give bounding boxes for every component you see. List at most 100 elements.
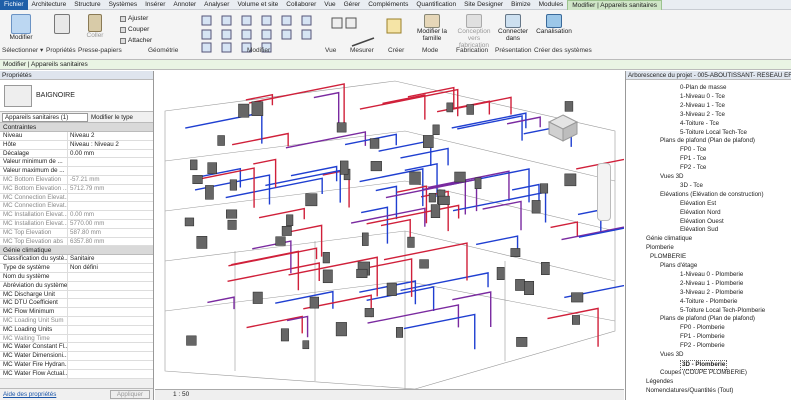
sanitary-fixture[interactable] <box>438 195 450 205</box>
tree-item[interactable]: Elévation Nord <box>680 209 721 217</box>
type-selector[interactable]: BAIGNOIRE <box>0 80 153 112</box>
tree-item[interactable]: Elévations (Elévation de construction) <box>660 191 764 199</box>
pipe-segment[interactable] <box>550 221 579 237</box>
tree-item[interactable]: Plans de plafond (Plan de plafond) <box>660 137 755 145</box>
pipe-segment[interactable] <box>231 250 300 291</box>
tab-0[interactable]: Fichier <box>0 0 28 10</box>
tab-3[interactable]: Systèmes <box>105 0 142 10</box>
sanitary-fixture[interactable] <box>252 291 263 304</box>
pipe-segment[interactable] <box>367 304 460 328</box>
property-value[interactable] <box>68 361 153 369</box>
pipe-segment[interactable] <box>547 307 599 347</box>
sanitary-fixture[interactable] <box>192 175 203 184</box>
property-value[interactable] <box>68 273 153 281</box>
sanitary-fixture[interactable] <box>305 193 318 207</box>
property-value[interactable] <box>68 352 153 360</box>
pipe-segment[interactable] <box>457 115 523 141</box>
property-row[interactable]: Valeur minimum de ... <box>0 158 153 168</box>
tree-item[interactable]: 3-Niveau 2 - Tce <box>680 111 725 119</box>
pipe-segment[interactable] <box>450 96 512 115</box>
tab-15[interactable]: Modules <box>535 0 568 10</box>
property-row[interactable]: Classification du systè... Sanitaire <box>0 255 153 265</box>
property-row[interactable]: Valeur maximum de ... <box>0 167 153 176</box>
tree-item[interactable]: 2-Niveau 1 - Tce <box>680 102 725 110</box>
property-row[interactable]: MC Water Flow Actual... <box>0 369 153 379</box>
tree-item[interactable]: 5-Toiture Local Tech-Tce <box>680 129 747 137</box>
sanitary-fixture[interactable] <box>496 267 505 280</box>
sanitary-fixture[interactable] <box>238 103 250 118</box>
tab-10[interactable]: Gérer <box>340 0 365 10</box>
pipe-segment[interactable] <box>258 207 305 220</box>
tab-14[interactable]: Bimize <box>507 0 535 10</box>
adjust-button[interactable]: Ajuster <box>120 15 148 22</box>
property-row[interactable]: Hôte Niveau : Niveau 2 <box>0 140 153 150</box>
sanitary-fixture[interactable] <box>186 335 197 346</box>
property-row[interactable]: MC Flow Minimum <box>0 308 153 317</box>
conception-button[interactable]: Conception vers fabrication <box>452 14 496 49</box>
viewcube[interactable] <box>547 113 579 143</box>
tree-item[interactable]: PLOMBERIE <box>650 253 686 261</box>
sanitary-fixture[interactable] <box>229 179 237 191</box>
tree-item[interactable]: Génie climatique <box>646 235 692 243</box>
sanitary-fixture[interactable] <box>302 340 310 350</box>
modify-button[interactable]: Modifier <box>6 14 36 41</box>
sanitary-fixture[interactable] <box>564 173 577 187</box>
sanitary-fixture[interactable] <box>226 209 238 219</box>
sanitary-fixture[interactable] <box>190 159 198 171</box>
tree-item[interactable]: 4-Toiture - Plomberie <box>680 298 737 306</box>
sanitary-fixture[interactable] <box>540 183 549 194</box>
pipe-segment[interactable] <box>265 169 341 203</box>
tab-1[interactable]: Architecture <box>28 0 71 10</box>
property-row[interactable]: MC Water Fire Hydran... <box>0 360 153 370</box>
sanitary-fixture[interactable] <box>286 214 294 227</box>
instance-filter[interactable]: Appareils sanitaires (1) <box>2 112 88 122</box>
sanitary-fixture[interactable] <box>370 161 382 172</box>
tree-item[interactable]: 3D - Tce <box>680 182 703 190</box>
sanitary-fixture[interactable] <box>207 162 217 175</box>
sanitary-fixture[interactable] <box>309 296 319 309</box>
sanitary-fixture[interactable] <box>407 236 415 248</box>
tree-item[interactable]: 4-Toiture - Tce <box>680 120 719 128</box>
tree-item[interactable]: 1-Niveau 0 - Tce <box>680 93 725 101</box>
sanitary-fixture[interactable] <box>395 327 404 338</box>
property-row[interactable]: MC Loading Unit Sum <box>0 316 153 326</box>
paste-button[interactable]: Coller <box>84 14 106 39</box>
property-value[interactable] <box>68 194 153 202</box>
tree-item[interactable]: 1-Niveau 0 - Plomberie <box>680 271 743 279</box>
sanitary-fixture[interactable] <box>531 200 541 214</box>
sanitary-fixture[interactable] <box>432 124 440 135</box>
create-tools[interactable] <box>384 16 408 46</box>
tree-item[interactable]: FP2 - Tce <box>680 164 706 172</box>
tab-4[interactable]: Insérer <box>141 0 169 10</box>
sanitary-fixture[interactable] <box>227 219 237 230</box>
property-row[interactable]: MC Bottom Elevation -57.21 mm <box>0 175 153 185</box>
pipe-segment[interactable] <box>286 315 309 338</box>
property-value[interactable]: -57.21 mm <box>68 176 153 184</box>
pipe-segment[interactable] <box>248 83 345 124</box>
property-value[interactable] <box>68 308 153 316</box>
pipe-segment[interactable] <box>275 290 334 309</box>
property-value[interactable]: 6357.80 mm <box>68 238 153 246</box>
tree-item[interactable]: Plomberie <box>646 244 674 252</box>
property-value[interactable] <box>68 202 153 210</box>
help-link[interactable]: Aide des propriétés <box>3 391 56 398</box>
property-value[interactable] <box>68 282 153 290</box>
sanitary-fixture[interactable] <box>510 248 521 257</box>
section-genie[interactable]: Génie climatique <box>0 246 153 256</box>
property-value[interactable] <box>68 158 153 166</box>
sanitary-fixture[interactable] <box>251 101 264 116</box>
panel-select[interactable]: Sélectionner ▾ <box>2 47 43 55</box>
sanitary-fixture[interactable] <box>364 308 374 318</box>
sanitary-fixture[interactable] <box>280 328 289 342</box>
pipe-segment[interactable] <box>285 131 367 149</box>
property-row[interactable]: Niveau Niveau 2 <box>0 132 153 141</box>
property-value[interactable] <box>68 335 153 343</box>
sanitary-fixture[interactable] <box>430 204 441 219</box>
sanitary-fixture[interactable] <box>217 135 225 146</box>
property-row[interactable]: MC DTU Coefficient <box>0 299 153 309</box>
sanitary-fixture[interactable] <box>409 171 421 185</box>
pipe-segment[interactable] <box>382 94 426 120</box>
sanitary-fixture[interactable] <box>356 268 368 278</box>
connect-button[interactable]: Connecter dans <box>498 14 528 42</box>
property-row[interactable]: MC Bottom Elevation ... 5712.79 mm <box>0 184 153 194</box>
